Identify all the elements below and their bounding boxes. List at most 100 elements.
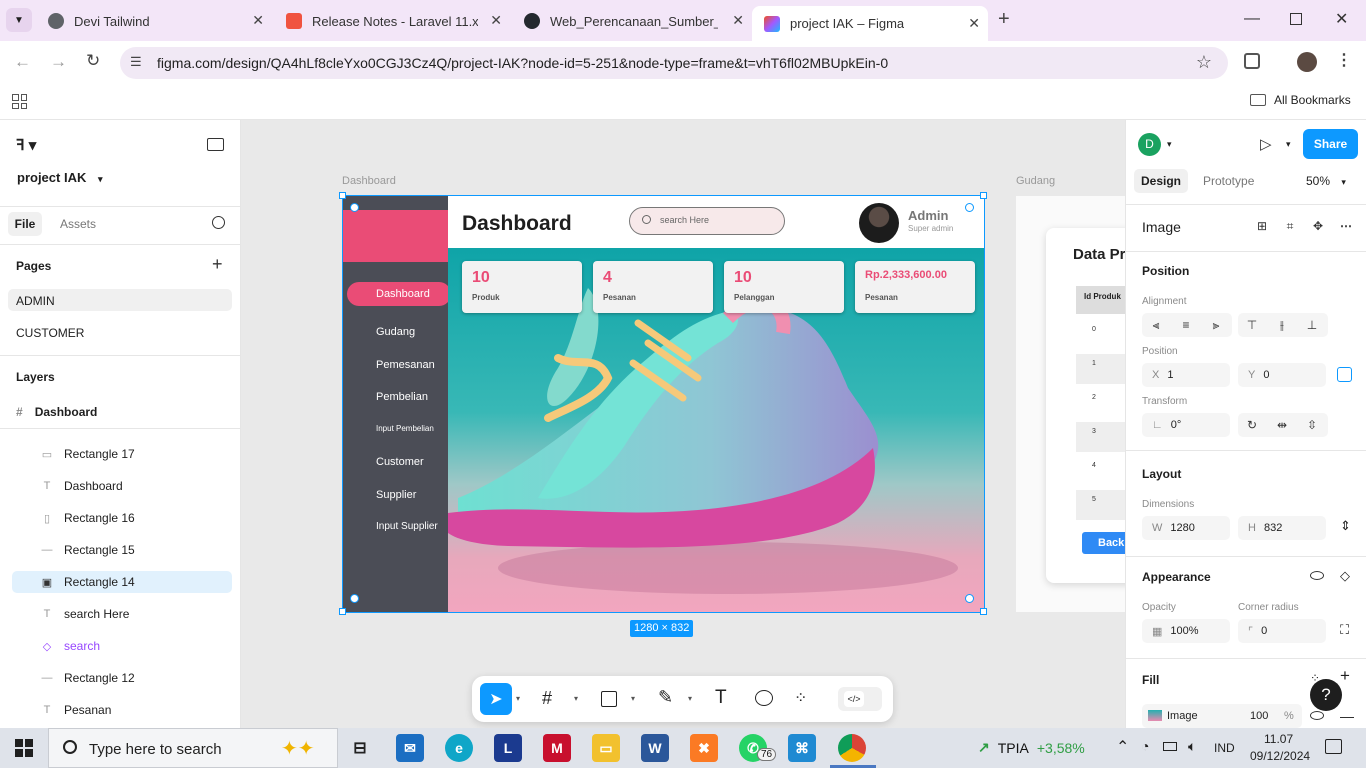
corner-radius-handle[interactable]: [350, 203, 359, 212]
chevron-down-icon[interactable]: ▾: [1286, 139, 1291, 150]
resize-handle[interactable]: [980, 608, 987, 615]
constrain-proportions-icon[interactable]: ⇕: [1340, 518, 1351, 534]
align-center-h-icon[interactable]: ≡: [1174, 313, 1198, 337]
browser-menu-icon[interactable]: ⋮: [1336, 50, 1352, 70]
chrome-app-icon[interactable]: [838, 734, 866, 762]
width-input[interactable]: W 1280: [1142, 516, 1230, 540]
reload-icon[interactable]: ↻: [86, 51, 100, 71]
layer-item-selected[interactable]: ▣ Rectangle 14: [12, 571, 232, 593]
resize-handle[interactable]: [339, 192, 346, 199]
layer-item[interactable]: — Rectangle 15: [12, 539, 232, 561]
fill-row[interactable]: Image 100 %: [1142, 704, 1302, 728]
eye-icon[interactable]: [1310, 711, 1324, 720]
tab-prototype[interactable]: Prototype: [1203, 174, 1254, 188]
independent-corners-icon[interactable]: ⛶: [1340, 622, 1349, 638]
lens-app-icon[interactable]: L: [494, 734, 522, 762]
rectangle-tool-icon[interactable]: [601, 691, 617, 707]
remove-fill-icon[interactable]: —: [1340, 708, 1354, 724]
layer-item[interactable]: ▭ Rectangle 17: [12, 443, 232, 465]
chevron-down-icon[interactable]: ▾: [574, 694, 578, 703]
close-tab-icon[interactable]: ✕: [732, 12, 744, 29]
frame-tool-icon[interactable]: #: [542, 688, 552, 709]
windows-start-icon[interactable]: [15, 739, 33, 757]
layer-item[interactable]: ◇ search: [12, 635, 232, 657]
corner-radius-input[interactable]: ⌜ 0: [1238, 619, 1326, 643]
tab-design[interactable]: Design: [1134, 169, 1189, 193]
crop-icon[interactable]: ⌗: [1278, 214, 1302, 238]
eye-icon[interactable]: [1310, 571, 1324, 580]
xampp-app-icon[interactable]: ✖: [690, 734, 718, 762]
zoom-control[interactable]: 50% ▾: [1306, 174, 1346, 188]
site-info-icon[interactable]: ☰: [130, 54, 142, 70]
rotate-icon[interactable]: ↻: [1240, 413, 1264, 437]
file-explorer-icon[interactable]: ▭: [592, 734, 620, 762]
constraints-icon[interactable]: [1337, 367, 1352, 382]
move-tool-icon[interactable]: ➤: [480, 683, 512, 715]
tab-file[interactable]: File: [8, 212, 42, 236]
layer-item[interactable]: T Dashboard: [12, 475, 232, 497]
chevron-down-icon[interactable]: ▾: [631, 694, 635, 703]
page-item-customer[interactable]: CUSTOMER: [16, 326, 84, 340]
layer-item[interactable]: T Pesanan: [12, 699, 232, 721]
forward-icon[interactable]: →: [50, 52, 67, 72]
browser-tab[interactable]: Devi Tailwind ✕: [36, 6, 272, 36]
tab-assets[interactable]: Assets: [60, 217, 96, 231]
comment-tool-icon[interactable]: [755, 690, 773, 706]
extensions-icon[interactable]: [1244, 53, 1260, 69]
mail-app-icon[interactable]: ✉: [396, 734, 424, 762]
toggle-sidebar-icon[interactable]: [207, 138, 224, 151]
grid-icon[interactable]: ⊞: [1250, 214, 1274, 238]
gudang-frame[interactable]: Data Pr Id Produk 0 1 2 3 4 5 Back: [1016, 196, 1125, 612]
volume-icon[interactable]: 🔈︎: [1188, 738, 1196, 755]
url-text[interactable]: figma.com/design/QA4hLf8cleYxo0CGJ3Cz4Q/…: [157, 55, 888, 71]
close-window-icon[interactable]: ✕: [1335, 9, 1348, 29]
back-icon[interactable]: ←: [14, 52, 31, 72]
close-tab-icon[interactable]: ✕: [968, 15, 980, 32]
canvas[interactable]: Dashboard Gudang Dashboard Gudang Pemesa…: [241, 120, 1125, 728]
y-input[interactable]: Y0: [1238, 363, 1326, 387]
align-bottom-icon[interactable]: ⊥: [1300, 313, 1324, 337]
frame-layer[interactable]: # Dashboard: [16, 405, 97, 419]
tab-search-button[interactable]: ▼: [6, 8, 32, 32]
rotation-input[interactable]: ∟ 0°: [1142, 413, 1230, 437]
component-icon[interactable]: ✥: [1306, 214, 1330, 238]
minimize-icon[interactable]: —: [1244, 10, 1260, 28]
tray-overflow-icon[interactable]: ⌃: [1116, 737, 1129, 757]
browser-tab[interactable]: Web_Perencanaan_Sumber_Day ✕: [512, 6, 752, 36]
mcafee-app-icon[interactable]: M: [543, 734, 571, 762]
more-options-icon[interactable]: ⋯: [1334, 214, 1358, 238]
chevron-down-icon[interactable]: ▾: [688, 694, 692, 703]
task-view-icon[interactable]: ⊟: [346, 734, 374, 762]
frame-label-gudang[interactable]: Gudang: [1016, 175, 1055, 187]
page-item-admin[interactable]: ADMIN: [8, 289, 232, 311]
maximize-icon[interactable]: [1290, 13, 1302, 25]
help-icon[interactable]: ?: [1310, 679, 1342, 711]
align-left-icon[interactable]: ⫷: [1144, 313, 1168, 337]
new-tab-icon[interactable]: +: [998, 8, 1010, 31]
resize-handle[interactable]: [980, 192, 987, 199]
align-right-icon[interactable]: ⫸: [1204, 313, 1228, 337]
frame-label-dashboard[interactable]: Dashboard: [342, 175, 396, 187]
user-avatar[interactable]: D: [1138, 133, 1161, 156]
opacity-input[interactable]: ▦ 100%: [1142, 619, 1230, 643]
close-tab-icon[interactable]: ✕: [252, 12, 264, 29]
blend-mode-icon[interactable]: ◇: [1340, 568, 1350, 584]
battery-icon[interactable]: [1163, 742, 1177, 751]
layer-item[interactable]: ▯ Rectangle 16: [12, 507, 232, 529]
text-tool-icon[interactable]: T: [715, 687, 727, 709]
flip-vertical-icon[interactable]: ⇳: [1300, 413, 1324, 437]
layer-item[interactable]: Tsearch Here: [12, 603, 232, 625]
apps-grid-icon[interactable]: [12, 94, 27, 109]
chevron-down-icon[interactable]: ▾: [516, 694, 520, 703]
present-play-icon[interactable]: ▷: [1260, 135, 1272, 153]
corner-radius-handle[interactable]: [350, 594, 359, 603]
flip-horizontal-icon[interactable]: ⇹: [1270, 413, 1294, 437]
vscode-app-icon[interactable]: ⌘: [788, 734, 816, 762]
align-middle-icon[interactable]: ⫲: [1270, 313, 1294, 337]
share-button[interactable]: Share: [1303, 129, 1358, 159]
align-top-icon[interactable]: ⊤: [1240, 313, 1264, 337]
chevron-down-icon[interactable]: ▾: [1167, 139, 1172, 150]
add-fill-icon[interactable]: +: [1340, 666, 1350, 686]
all-bookmarks[interactable]: All Bookmarks: [1250, 93, 1351, 107]
browser-tab-active[interactable]: project IAK – Figma ✕: [752, 6, 988, 41]
